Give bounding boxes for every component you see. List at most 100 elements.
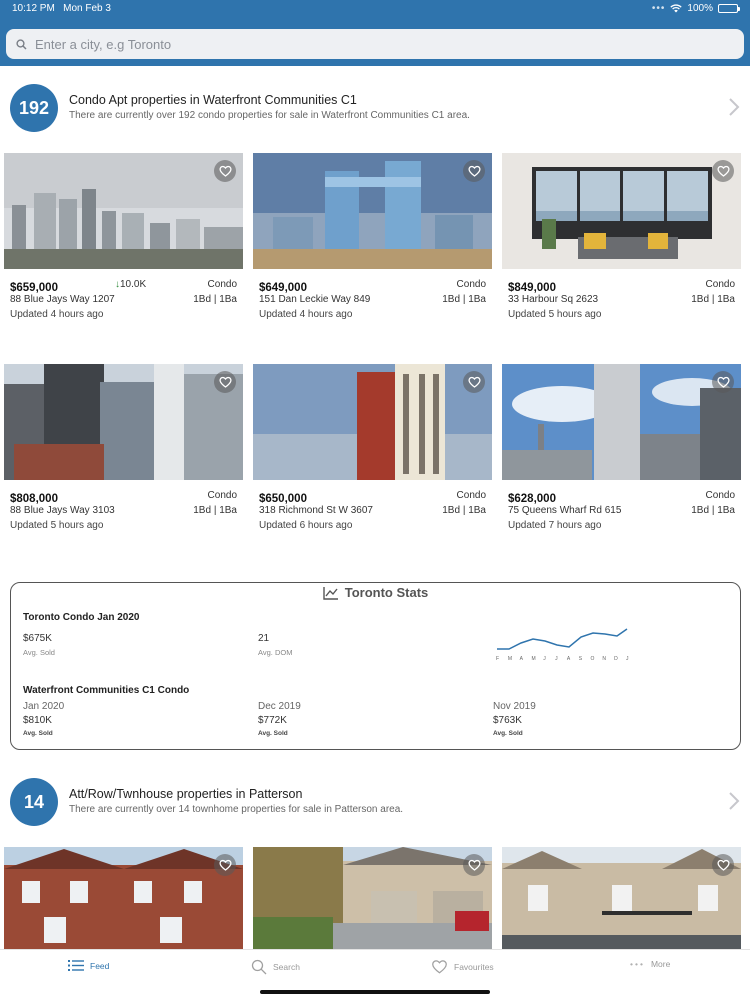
listing-updated: Updated 5 hours ago bbox=[10, 520, 104, 531]
history-caption: Avg. Sold bbox=[493, 730, 523, 737]
sparkline-month-label: D bbox=[614, 656, 618, 662]
sparkline-month-label: J bbox=[626, 656, 629, 662]
battery-icon bbox=[718, 4, 740, 13]
status-clock: 10:12 PM bbox=[12, 3, 55, 14]
listing-type: Condo bbox=[207, 279, 237, 290]
sparkline-month-label: A bbox=[519, 656, 523, 662]
history-month: Jan 2020 bbox=[23, 701, 65, 712]
tab-search-label: Search bbox=[273, 962, 300, 972]
listing-photo bbox=[253, 364, 492, 480]
tab-feed-label: Feed bbox=[90, 960, 110, 971]
listing-address: 33 Harbour Sq 2623 bbox=[508, 294, 599, 305]
chevron-right-icon[interactable] bbox=[726, 790, 742, 812]
stats-title: Toronto Stats bbox=[11, 585, 740, 600]
listing-photo bbox=[4, 364, 243, 480]
favourite-heart-button[interactable] bbox=[712, 371, 734, 393]
listing-photo bbox=[253, 153, 492, 269]
heart-icon bbox=[467, 376, 481, 388]
listing-address: 151 Dan Leckie Way 849 bbox=[259, 294, 371, 305]
tab-favourites[interactable]: Favourites bbox=[431, 959, 494, 974]
listing-photo bbox=[4, 153, 243, 269]
section-subtitle: There are currently over 14 townhome pro… bbox=[69, 804, 404, 815]
tab-more[interactable]: ••• More bbox=[630, 959, 670, 969]
price-drop-amount: 10.0K bbox=[120, 279, 147, 290]
history-month: Dec 2019 bbox=[258, 701, 301, 712]
listing-card[interactable] bbox=[502, 847, 741, 949]
listing-card[interactable] bbox=[4, 847, 243, 949]
wifi-icon bbox=[670, 4, 683, 13]
heart-icon bbox=[218, 859, 232, 871]
avg-dom-caption: Avg. DOM bbox=[258, 648, 293, 657]
favourite-heart-button[interactable] bbox=[712, 854, 734, 876]
listing-card[interactable]: $849,000 Condo 33 Harbour Sq 2623 1Bd | 1B… bbox=[502, 153, 741, 324]
sparkline-month-label: M bbox=[531, 656, 536, 662]
listing-card[interactable] bbox=[253, 847, 492, 949]
history-value: $763K bbox=[493, 715, 522, 726]
history-value: $772K bbox=[258, 715, 287, 726]
sparkline-month-label: N bbox=[602, 656, 606, 662]
favourite-heart-button[interactable] bbox=[463, 854, 485, 876]
section-townhouse-header[interactable]: 14 Att/Row/Twnhouse properties in Patter… bbox=[0, 778, 750, 830]
property-count-badge: 14 bbox=[10, 778, 58, 826]
section-condo-header[interactable]: 192 Condo Apt properties in Waterfront C… bbox=[0, 84, 750, 136]
stats-block2-label: Waterfront Communities C1 Condo bbox=[23, 685, 190, 696]
sparkline-month-labels: FMAMJJASONDJ bbox=[493, 656, 633, 664]
listing-price: $849,000 bbox=[508, 282, 556, 294]
listing-beds-baths: 1Bd | 1Ba bbox=[442, 294, 486, 305]
heart-icon bbox=[218, 165, 232, 177]
history-caption: Avg. Sold bbox=[258, 730, 288, 737]
listing-card[interactable]: $628,000 Condo 75 Queens Wharf Rd 615 1Bd … bbox=[502, 364, 741, 535]
listing-address: 88 Blue Jays Way 3103 bbox=[10, 505, 115, 516]
listing-beds-baths: 1Bd | 1Ba bbox=[193, 505, 237, 516]
favourite-heart-button[interactable] bbox=[463, 160, 485, 182]
listing-updated: Updated 4 hours ago bbox=[10, 309, 104, 320]
price-drop: ↓10.0K bbox=[115, 279, 146, 290]
city-search-input[interactable] bbox=[35, 36, 685, 52]
search-icon bbox=[251, 959, 267, 975]
tab-more-label: More bbox=[650, 959, 671, 969]
listing-price: $650,000 bbox=[259, 493, 307, 505]
tab-search[interactable]: Search bbox=[251, 959, 300, 975]
status-time: 10:12 PM Mon Feb 3 bbox=[12, 3, 111, 14]
sparkline-month-label: A bbox=[566, 656, 571, 662]
sparkline-month-label: J bbox=[555, 656, 558, 662]
line-chart-icon bbox=[323, 587, 338, 600]
listing-card[interactable]: $650,000 Condo 318 Richmond St W 3607 1Bd … bbox=[253, 364, 492, 535]
listing-type: Condo bbox=[705, 490, 735, 501]
list-icon bbox=[68, 960, 84, 971]
toronto-stats-panel[interactable]: Toronto Stats Toronto Condo Jan 2020 $67… bbox=[10, 582, 741, 750]
section-title: Att/Row/Twnhouse properties in Patterson bbox=[69, 787, 303, 801]
home-indicator bbox=[260, 990, 490, 994]
listing-beds-baths: 1Bd | 1Ba bbox=[442, 505, 486, 516]
listing-updated: Updated 4 hours ago bbox=[259, 309, 353, 320]
listing-address: 88 Blue Jays Way 1207 bbox=[10, 294, 115, 305]
listing-beds-baths: 1Bd | 1Ba bbox=[691, 505, 735, 516]
heart-icon bbox=[467, 859, 481, 871]
listing-updated: Updated 6 hours ago bbox=[259, 520, 353, 531]
listing-card[interactable]: $659,000 ↓10.0K Condo 88 Blue Jays Way 120… bbox=[4, 153, 243, 324]
listing-beds-baths: 1Bd | 1Ba bbox=[691, 294, 735, 305]
favourite-heart-button[interactable] bbox=[214, 854, 236, 876]
heart-icon bbox=[716, 165, 730, 177]
favourite-heart-button[interactable] bbox=[214, 371, 236, 393]
tab-feed[interactable]: Feed bbox=[68, 959, 109, 972]
listing-address: 75 Queens Wharf Rd 615 bbox=[508, 505, 622, 516]
favourite-heart-button[interactable] bbox=[463, 371, 485, 393]
more-dots-icon: ••• bbox=[630, 959, 645, 969]
listing-card[interactable]: $649,000 Condo 151 Dan Leckie Way 849 1Bd … bbox=[253, 153, 492, 324]
listing-card[interactable]: $808,000 Condo 88 Blue Jays Way 3103 1Bd |… bbox=[4, 364, 243, 535]
stats-title-text: Toronto Stats bbox=[344, 585, 429, 600]
search-bar[interactable] bbox=[6, 29, 744, 59]
sparkline-month-label: O bbox=[590, 656, 595, 662]
heart-icon bbox=[432, 960, 447, 974]
app-header: 10:12 PM Mon Feb 3 ••• 100% bbox=[0, 0, 750, 66]
favourite-heart-button[interactable] bbox=[712, 160, 734, 182]
listing-price: $628,000 bbox=[508, 493, 556, 505]
listing-price: $808,000 bbox=[10, 493, 58, 505]
chevron-right-icon[interactable] bbox=[726, 96, 742, 118]
status-right: ••• 100% bbox=[651, 3, 740, 14]
multitask-dots-icon: ••• bbox=[651, 3, 666, 14]
favourite-heart-button[interactable] bbox=[214, 160, 236, 182]
heart-icon bbox=[716, 859, 730, 871]
section-subtitle: There are currently over 192 condo prope… bbox=[69, 110, 470, 121]
